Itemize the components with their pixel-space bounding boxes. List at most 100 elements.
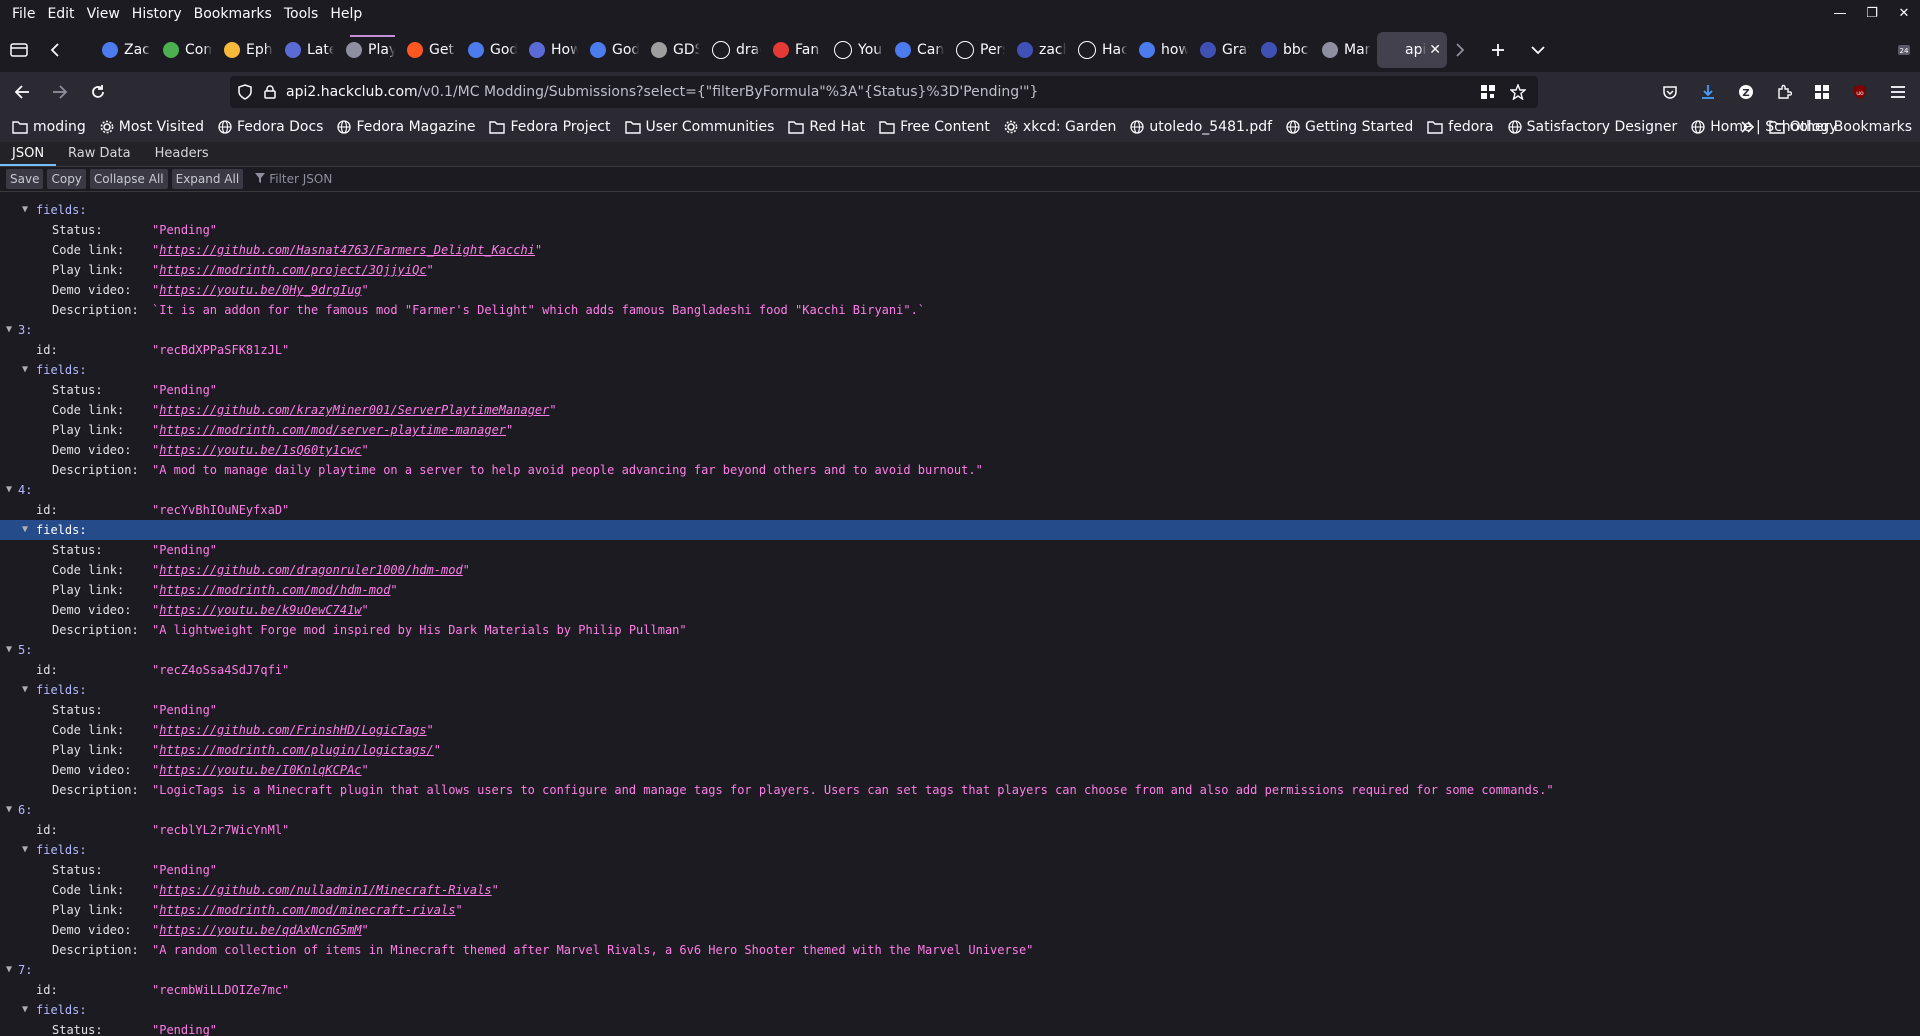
menu-help[interactable]: Help	[324, 6, 368, 22]
bookmark-item[interactable]: User Communities	[624, 119, 774, 135]
tab-1[interactable]: Com	[157, 32, 218, 68]
bookmark-item[interactable]: fedora	[1427, 119, 1494, 135]
reload-icon[interactable]	[90, 84, 106, 100]
url-text[interactable]: api2.hackclub.com/v0.1/MC Modding/Submis…	[286, 84, 1038, 100]
json-link[interactable]: https://github.com/krazyMiner001/ServerP…	[159, 403, 549, 417]
expand-all-button[interactable]: Expand All	[171, 169, 244, 189]
tab-13[interactable]: Can y	[889, 32, 950, 68]
save-button[interactable]: Save	[6, 169, 44, 189]
tab-10[interactable]: drag	[706, 32, 767, 68]
close-window-icon[interactable]: ✕	[1888, 0, 1920, 28]
tab-20[interactable]: Mark	[1316, 32, 1377, 68]
expand-toggle-icon[interactable]: ▼	[22, 680, 32, 700]
fields-row[interactable]: ▼ fields:	[0, 520, 1920, 540]
bookmark-item[interactable]: Free Content	[879, 119, 990, 135]
tab-19[interactable]: bbc4	[1255, 32, 1316, 68]
zotero-icon[interactable]: Z	[1738, 84, 1754, 100]
collapse-all-button[interactable]: Collapse All	[89, 169, 168, 189]
bookmark-item[interactable]: moding	[12, 119, 86, 135]
forward-icon[interactable]	[52, 84, 68, 100]
record-index-row[interactable]: ▼ 3:	[0, 320, 1920, 340]
tab-16[interactable]: Hack	[1072, 32, 1133, 68]
back-icon[interactable]	[14, 84, 30, 100]
json-link[interactable]: https://github.com/nulladmin1/Minecraft-…	[159, 883, 491, 897]
tab-6[interactable]: Godo	[462, 32, 523, 68]
expand-toggle-icon[interactable]: ▼	[6, 800, 16, 820]
list-all-tabs-icon[interactable]	[1531, 45, 1545, 55]
expand-toggle-icon[interactable]: ▼	[6, 640, 16, 660]
bookmark-item[interactable]: Fedora Magazine	[337, 119, 475, 135]
tab-raw-data[interactable]: Raw Data	[56, 142, 143, 166]
bookmark-item[interactable]: Fedora Project	[489, 119, 611, 135]
more-bookmarks-icon[interactable]	[1741, 121, 1755, 133]
menu-bookmarks[interactable]: Bookmarks	[188, 6, 278, 22]
json-link[interactable]: https://github.com/Hasnat4763/Farmers_De…	[159, 243, 535, 257]
bookmark-item[interactable]: Satisfactory Designer	[1507, 119, 1677, 135]
tab-active[interactable]: api ✕	[1377, 32, 1447, 68]
expand-toggle-icon[interactable]: ▼	[22, 520, 32, 540]
tab-8[interactable]: Godo	[584, 32, 645, 68]
json-link[interactable]: https://youtu.be/1sQ60ty1cwc	[159, 443, 361, 457]
menu-view[interactable]: View	[81, 6, 126, 22]
json-link[interactable]: https://modrinth.com/mod/minecraft-rival…	[159, 903, 455, 917]
bookmark-item[interactable]: Getting Started	[1286, 119, 1413, 135]
menu-edit[interactable]: Edit	[41, 6, 80, 22]
tab-0[interactable]: Zach	[96, 32, 157, 68]
expand-toggle-icon[interactable]: ▼	[6, 480, 16, 500]
pocket-icon[interactable]	[1662, 84, 1678, 100]
tab-15[interactable]: zach	[1011, 32, 1072, 68]
expand-toggle-icon[interactable]: ▼	[22, 1000, 32, 1020]
tracking-protection-icon[interactable]	[238, 84, 252, 100]
filter-json-input[interactable]: Filter JSON	[255, 172, 332, 186]
fields-row[interactable]: ▼ fields:	[0, 840, 1920, 860]
hamburger-menu-icon[interactable]	[1890, 85, 1906, 99]
downloads-icon[interactable]	[1700, 84, 1716, 100]
expand-toggle-icon[interactable]: ▼	[6, 960, 16, 980]
bookmark-star-icon[interactable]	[1510, 84, 1526, 100]
copy-button[interactable]: Copy	[47, 169, 86, 189]
menu-file[interactable]: File	[6, 6, 41, 22]
json-link[interactable]: https://youtu.be/I0KnlqKCPAc	[159, 763, 361, 777]
fields-row[interactable]: ▼ fields:	[0, 360, 1920, 380]
bookmark-item[interactable]: Fedora Docs	[218, 119, 323, 135]
menu-history[interactable]: History	[126, 6, 188, 22]
tab-7[interactable]: How	[523, 32, 584, 68]
json-link[interactable]: https://modrinth.com/mod/server-playtime…	[159, 423, 506, 437]
json-link[interactable]: https://github.com/FrinshHD/LogicTags	[159, 723, 426, 737]
json-link[interactable]: https://modrinth.com/plugin/logictags/	[159, 743, 434, 757]
bookmark-item[interactable]: utoledo_5481.pdf	[1130, 119, 1272, 135]
ublock-origin-icon[interactable]: uo	[1852, 84, 1868, 100]
url-bar[interactable]: api2.hackclub.com/v0.1/MC Modding/Submis…	[230, 76, 1538, 108]
tab-headers[interactable]: Headers	[143, 142, 221, 166]
json-link[interactable]: https://github.com/dragonruler1000/hdm-m…	[159, 563, 462, 577]
record-index-row[interactable]: ▼ 6:	[0, 800, 1920, 820]
scroll-tabs-right-icon[interactable]	[1455, 43, 1465, 57]
other-bookmarks[interactable]: Other Bookmarks	[1768, 119, 1912, 135]
json-link[interactable]: https://modrinth.com/mod/hdm-mod	[159, 583, 390, 597]
tab-3[interactable]: Lates	[279, 32, 340, 68]
record-index-row[interactable]: ▼ 4:	[0, 480, 1920, 500]
qr-code-icon[interactable]	[1480, 84, 1496, 100]
json-link[interactable]: https://youtu.be/qdAxNcnG5mM	[159, 923, 361, 937]
json-link[interactable]: https://youtu.be/k9uOewC741w	[159, 603, 361, 617]
json-link[interactable]: https://modrinth.com/project/3OjjyiQc	[159, 263, 426, 277]
minimize-icon[interactable]: —	[1824, 0, 1856, 28]
close-tab-icon[interactable]: ✕	[1429, 42, 1441, 58]
bookmark-item[interactable]: xkcd: Garden	[1004, 119, 1116, 135]
expand-toggle-icon[interactable]: ▼	[22, 360, 32, 380]
tab-overview-icon[interactable]	[10, 42, 28, 58]
grid-apps-icon[interactable]	[1814, 84, 1830, 100]
lock-icon[interactable]	[264, 85, 276, 99]
restore-icon[interactable]: ❐	[1856, 0, 1888, 28]
fields-row[interactable]: ▼ fields:	[0, 1000, 1920, 1020]
record-index-row[interactable]: ▼ 5:	[0, 640, 1920, 660]
tab-17[interactable]: how t	[1133, 32, 1194, 68]
tab-9[interactable]: GDSc	[645, 32, 706, 68]
fields-row[interactable]: ▼ fields:	[0, 200, 1920, 220]
extensions-icon[interactable]	[1776, 84, 1792, 100]
extension-badge-icon[interactable]: 24	[1896, 42, 1912, 58]
tab-12[interactable]: Your	[828, 32, 889, 68]
tab-14[interactable]: Perso	[950, 32, 1011, 68]
menu-tools[interactable]: Tools	[278, 6, 325, 22]
bookmark-item[interactable]: Red Hat	[788, 119, 865, 135]
